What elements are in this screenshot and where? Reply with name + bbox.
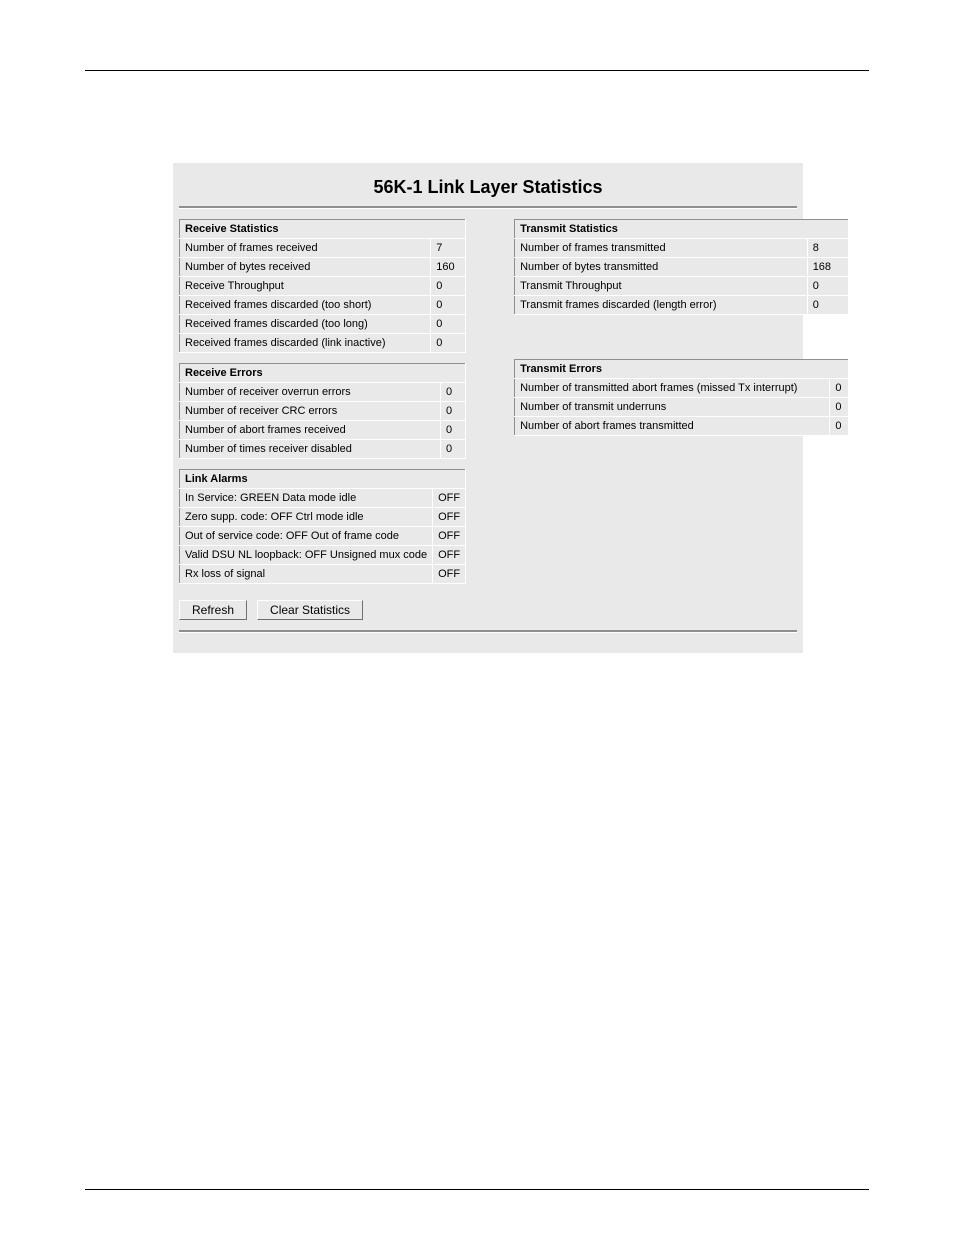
receive-errors-header: Receive Errors <box>180 364 466 383</box>
stat-label: Zero supp. code: OFF Ctrl mode idle <box>180 508 433 527</box>
stat-value: 8 <box>807 239 848 258</box>
table-row: Transmit frames discarded (length error)… <box>515 296 849 315</box>
stat-value: 0 <box>431 296 466 315</box>
stat-value: 0 <box>431 277 466 296</box>
table-row: Number of receiver CRC errors0 <box>180 402 466 421</box>
stat-value: 0 <box>440 421 465 440</box>
stat-value: 0 <box>431 334 466 353</box>
stat-label: Number of frames transmitted <box>515 239 808 258</box>
table-row: In Service: GREEN Data mode idleOFF <box>180 489 466 508</box>
stat-label: Receive Throughput <box>180 277 431 296</box>
stat-label: Number of times receiver disabled <box>180 440 441 459</box>
page-title: 56K-1 Link Layer Statistics <box>173 163 803 206</box>
table-row: Valid DSU NL loopback: OFF Unsigned mux … <box>180 546 466 565</box>
transmit-errors-table: Transmit Errors Number of transmitted ab… <box>514 359 849 436</box>
stat-value: 0 <box>830 379 849 398</box>
transmit-errors-header: Transmit Errors <box>515 360 849 379</box>
table-row: Number of frames transmitted8 <box>515 239 849 258</box>
stats-panel: 56K-1 Link Layer Statistics Receive Stat… <box>173 163 803 653</box>
receive-statistics-header: Receive Statistics <box>180 220 466 239</box>
stat-label: Number of frames received <box>180 239 431 258</box>
stat-value: OFF <box>433 565 466 584</box>
table-row: Number of bytes received160 <box>180 258 466 277</box>
stat-value: OFF <box>433 489 466 508</box>
stat-value: 0 <box>807 296 848 315</box>
stat-label: Received frames discarded (too short) <box>180 296 431 315</box>
stat-value: 0 <box>440 440 465 459</box>
spacer <box>514 325 849 349</box>
stat-value: 160 <box>431 258 466 277</box>
table-row: Zero supp. code: OFF Ctrl mode idleOFF <box>180 508 466 527</box>
title-divider <box>179 206 797 209</box>
stat-label: Number of receiver CRC errors <box>180 402 441 421</box>
right-column: Transmit Statistics Number of frames tra… <box>514 219 849 436</box>
receive-errors-table: Receive Errors Number of receiver overru… <box>179 363 466 459</box>
stat-value: 0 <box>807 277 848 296</box>
stat-label: Number of bytes transmitted <box>515 258 808 277</box>
stat-label: Number of receiver overrun errors <box>180 383 441 402</box>
link-alarms-table: Link Alarms In Service: GREEN Data mode … <box>179 469 466 584</box>
table-row: Received frames discarded (too short)0 <box>180 296 466 315</box>
stat-label: Received frames discarded (too long) <box>180 315 431 334</box>
stat-value: 0 <box>830 417 849 436</box>
stat-value: OFF <box>433 508 466 527</box>
bottom-panel-divider <box>179 630 797 633</box>
stat-label: Rx loss of signal <box>180 565 433 584</box>
stat-label: Number of transmit underruns <box>515 398 830 417</box>
table-row: Received frames discarded (too long)0 <box>180 315 466 334</box>
table-row: Transmit Throughput0 <box>515 277 849 296</box>
stat-value: 0 <box>431 315 466 334</box>
table-row: Number of receiver overrun errors0 <box>180 383 466 402</box>
stat-value: 0 <box>440 402 465 421</box>
refresh-button[interactable]: Refresh <box>179 600 247 620</box>
stat-label: Valid DSU NL loopback: OFF Unsigned mux … <box>180 546 433 565</box>
table-row: Number of times receiver disabled0 <box>180 440 466 459</box>
stat-label: Transmit Throughput <box>515 277 808 296</box>
stat-label: Number of abort frames transmitted <box>515 417 830 436</box>
table-row: Out of service code: OFF Out of frame co… <box>180 527 466 546</box>
stat-label: Received frames discarded (link inactive… <box>180 334 431 353</box>
table-row: Number of abort frames received0 <box>180 421 466 440</box>
table-row: Number of frames received7 <box>180 239 466 258</box>
stat-value: 0 <box>830 398 849 417</box>
stat-label: Number of abort frames received <box>180 421 441 440</box>
top-divider <box>85 70 869 71</box>
table-row: Number of bytes transmitted168 <box>515 258 849 277</box>
stat-value: 7 <box>431 239 466 258</box>
stat-label: Number of bytes received <box>180 258 431 277</box>
stat-label: In Service: GREEN Data mode idle <box>180 489 433 508</box>
receive-statistics-table: Receive Statistics Number of frames rece… <box>179 219 466 353</box>
table-row: Number of abort frames transmitted0 <box>515 417 849 436</box>
table-row: Received frames discarded (link inactive… <box>180 334 466 353</box>
stat-label: Number of transmitted abort frames (miss… <box>515 379 830 398</box>
stat-value: 168 <box>807 258 848 277</box>
transmit-statistics-header: Transmit Statistics <box>515 220 849 239</box>
bottom-divider <box>85 1189 869 1190</box>
table-row: Number of transmit underruns0 <box>515 398 849 417</box>
left-column: Receive Statistics Number of frames rece… <box>179 219 466 584</box>
stat-value: 0 <box>440 383 465 402</box>
table-row: Rx loss of signalOFF <box>180 565 466 584</box>
transmit-statistics-table: Transmit Statistics Number of frames tra… <box>514 219 849 315</box>
stat-value: OFF <box>433 546 466 565</box>
table-row: Number of transmitted abort frames (miss… <box>515 379 849 398</box>
clear-statistics-button[interactable]: Clear Statistics <box>257 600 363 620</box>
link-alarms-header: Link Alarms <box>180 470 466 489</box>
stat-value: OFF <box>433 527 466 546</box>
stat-label: Out of service code: OFF Out of frame co… <box>180 527 433 546</box>
stat-label: Transmit frames discarded (length error) <box>515 296 808 315</box>
table-row: Receive Throughput0 <box>180 277 466 296</box>
